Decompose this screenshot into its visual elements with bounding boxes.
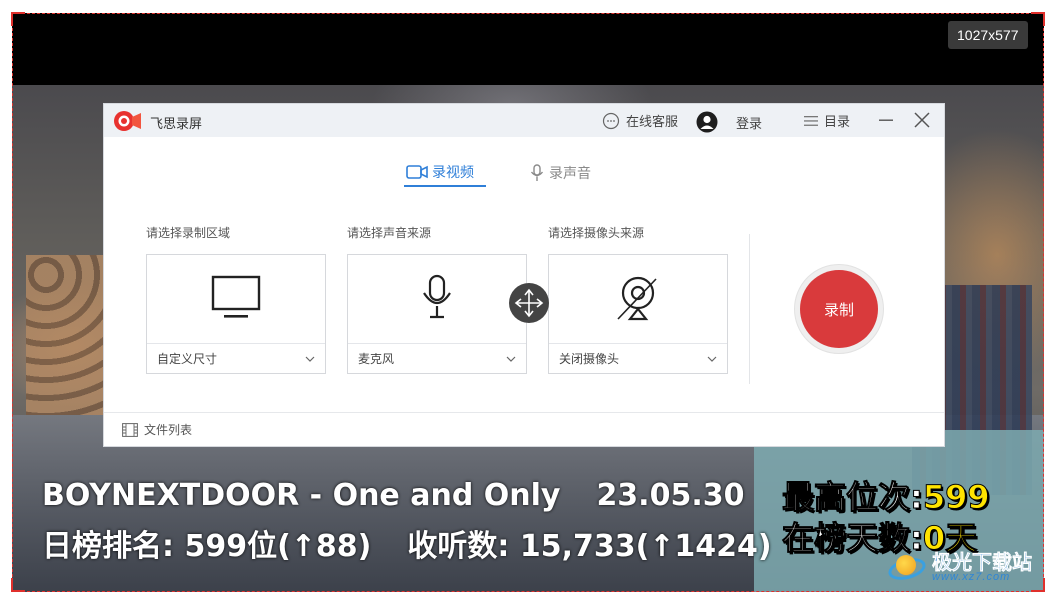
monitor-icon (211, 275, 261, 318)
online-service-label: 在线客服 (626, 115, 679, 130)
watermark-url: www.xz7.com (932, 571, 1011, 583)
menu-lines-icon (804, 115, 818, 126)
camera-source-section: 请选择摄像头来源 关闭摄像头 (548, 224, 728, 374)
caption-line-1: BOYNEXTDOOR - One and Only 23.05.30 (42, 478, 744, 513)
webcam-off-icon (617, 276, 657, 321)
caption-line-2: 日榜排名: 599位(↑88) 收听数: 15,733(↑1424) (42, 521, 772, 565)
best-rank-value: 599 (922, 478, 990, 517)
file-list-bar[interactable]: 文件列表 (104, 412, 944, 446)
record-area-card[interactable]: 自定义尺寸 (146, 254, 326, 374)
chevron-down-icon (506, 356, 516, 362)
record-area-label: 请选择录制区域 (146, 226, 231, 240)
online-service-button[interactable]: 在线客服 (602, 111, 678, 130)
move-handle[interactable] (509, 283, 549, 323)
chevron-down-icon (305, 356, 315, 362)
sound-source-card[interactable]: 麦克风 (347, 254, 527, 374)
record-area-value: 自定义尺寸 (157, 352, 218, 366)
sound-source-section: 请选择声音来源 麦克风 (347, 224, 527, 374)
tab-record-audio-label: 录声音 (549, 166, 591, 182)
close-icon[interactable] (910, 108, 934, 132)
watermark-logo-icon (886, 553, 928, 584)
tab-record-video[interactable]: 录视频 (404, 159, 486, 187)
record-button[interactable]: 录制 (800, 270, 878, 348)
tab-record-video-label: 录视频 (432, 165, 474, 181)
camera-source-label: 请选择摄像头来源 (548, 226, 645, 240)
selection-corner-top-left[interactable] (11, 12, 25, 26)
app-title: 飞思录屏 (150, 117, 203, 132)
selection-corner-top-right[interactable] (1031, 12, 1045, 26)
login-label: 登录 (736, 116, 763, 132)
video-camera-icon (406, 165, 428, 179)
camera-source-card[interactable]: 关闭摄像头 (548, 254, 728, 374)
dimension-badge: 1027x577 (948, 21, 1028, 49)
sound-source-label: 请选择声音来源 (347, 226, 432, 240)
move-arrows-icon (514, 288, 544, 318)
sound-source-select[interactable]: 麦克风 (348, 343, 526, 373)
selection-corner-bottom-left[interactable] (11, 578, 25, 592)
film-strip-icon (122, 422, 138, 437)
watermark-title: 极光下载站 (932, 550, 1033, 574)
record-area-section: 请选择录制区域 自定义尺寸 (146, 224, 326, 374)
login-button[interactable]: 登录 (696, 111, 762, 133)
avatar-icon (696, 111, 718, 133)
catalog-menu-button[interactable]: 目录 (804, 111, 850, 130)
record-area-select[interactable]: 自定义尺寸 (147, 343, 325, 373)
sound-source-value: 麦克风 (358, 352, 395, 366)
caption-song-title: BOYNEXTDOOR - One and Only (42, 478, 561, 513)
app-logo-icon (114, 111, 141, 131)
scene-hats-display (26, 255, 106, 415)
vertical-divider (749, 234, 750, 384)
caption-date: 23.05.30 (596, 478, 745, 513)
camera-source-select[interactable]: 关闭摄像头 (549, 343, 727, 373)
chat-bubble-icon (602, 112, 620, 129)
watermark: 极光下载站 www.xz7.com (886, 550, 1033, 584)
microphone-icon (423, 274, 451, 319)
catalog-label: 目录 (824, 115, 851, 130)
caption-best-rank: 最高位次:599 (782, 472, 991, 518)
chevron-down-icon (707, 356, 717, 362)
tab-record-audio[interactable]: 录声音 (529, 159, 591, 187)
mode-tabs: 录视频 录声音 (104, 159, 946, 189)
microphone-icon (530, 164, 544, 181)
file-list-label: 文件列表 (144, 423, 193, 437)
caption-listen-count: 收听数: 15,733(↑1424) (407, 529, 772, 564)
camera-source-value: 关闭摄像头 (559, 352, 620, 366)
caption-rank: 日榜排名: 599位(↑88) (42, 529, 372, 564)
best-rank-label: 最高位次: (782, 478, 924, 517)
selection-corner-bottom-right[interactable] (1031, 578, 1045, 592)
minimize-icon[interactable] (874, 108, 898, 132)
recorder-window: 飞思录屏 在线客服 登录 目录 录视频 录声音 请选择录制区域 自定义尺寸 请选… (103, 103, 945, 447)
title-bar[interactable]: 飞思录屏 在线客服 登录 目录 (104, 104, 944, 137)
